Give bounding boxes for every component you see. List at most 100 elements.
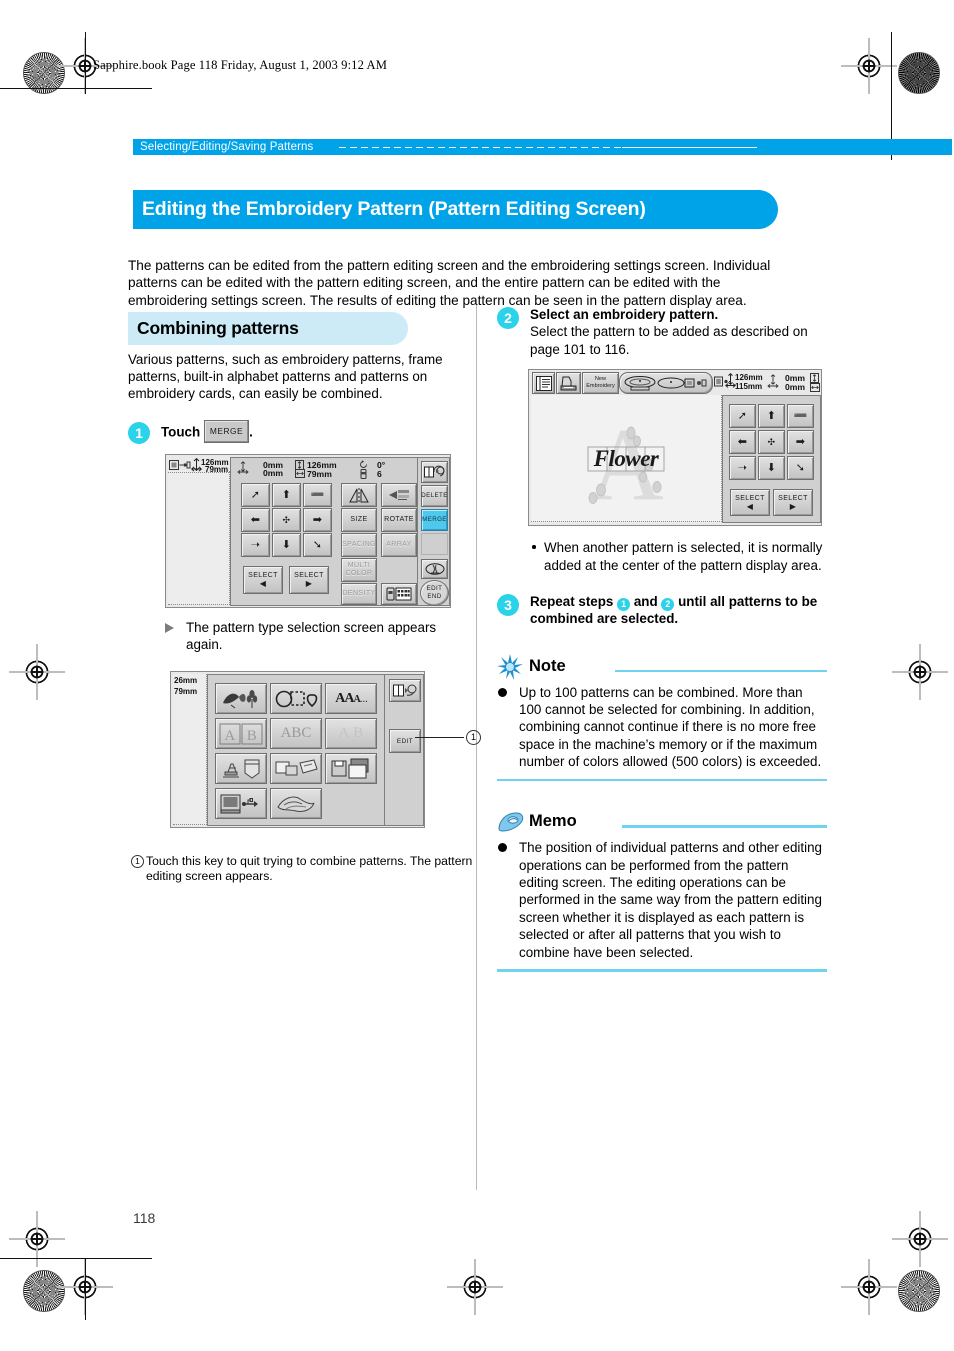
- horizontal-flip-key[interactable]: [381, 483, 417, 508]
- selection-height-value: 26mm: [174, 676, 198, 686]
- manual-icon: [392, 684, 416, 697]
- pattern-display-area[interactable]: A Flower: [531, 395, 722, 523]
- arrow-up-right-icon: ➖: [793, 409, 808, 422]
- tile-outline-alphabet[interactable]: A B: [325, 718, 377, 750]
- new-embroidery-key[interactable]: New Embroidery: [582, 372, 619, 395]
- horizontal-offset-value: 0mm: [263, 468, 284, 479]
- editing-key-pane: 0mm 0mm 126mm 79mm 0° 6 ➚ ⬆ ➖ ⬅ ✣ ➡ ➝ ⬇ …: [230, 457, 418, 607]
- callout-leader-line: [415, 737, 464, 739]
- move-down-left-key[interactable]: ➝: [241, 533, 270, 558]
- tile-frame-patterns[interactable]: [270, 683, 322, 715]
- tile-memory-save[interactable]: [325, 753, 377, 785]
- tile-floral-alphabet[interactable]: [270, 788, 322, 820]
- crop-mark-bottom-center-right: [447, 1259, 503, 1315]
- pattern-editing-screen[interactable]: 126mm 79mm 0mm 0mm 126mm 79mm 0° 6 ➚ ⬆ ➖…: [165, 454, 451, 609]
- memo-rule-bottom: [497, 969, 827, 972]
- needle-icon: [425, 562, 444, 575]
- move-down-right-key[interactable]: ➘: [303, 533, 332, 558]
- array-key: ARRAY: [381, 533, 417, 558]
- select-next-key[interactable]: SELECT ▶: [773, 489, 813, 517]
- move-down-right-key[interactable]: ➘: [787, 456, 814, 481]
- result-1: The pattern type selection screen appear…: [165, 619, 476, 653]
- size-width-icon: [810, 383, 820, 393]
- edit-end-label1: EDIT: [426, 585, 443, 593]
- move-up-right-key[interactable]: ➖: [303, 483, 332, 508]
- hoop-select-key[interactable]: [619, 372, 713, 395]
- size-key[interactable]: SIZE: [341, 508, 377, 533]
- delete-key[interactable]: DELETE: [421, 485, 448, 508]
- tile-usb-computer[interactable]: [215, 788, 267, 820]
- arrow-down-icon: ⬇: [281, 538, 292, 551]
- manual-icon: [424, 465, 445, 478]
- tile-script-alphabet[interactable]: ABC: [270, 718, 322, 750]
- presser-foot-key[interactable]: [556, 372, 581, 395]
- rotate-key[interactable]: ROTATE: [381, 508, 417, 533]
- running-head-rule: [622, 146, 757, 149]
- move-down-key[interactable]: ⬇: [758, 456, 785, 481]
- crop-mark-top-right: [841, 38, 897, 94]
- embroidery-pattern-selected-screen[interactable]: New Embroidery 126mm 115mm 0mm 0mm A Flo…: [528, 369, 822, 527]
- running-head-label: Selecting/Editing/Saving Patterns: [140, 141, 314, 153]
- move-center-key[interactable]: ✣: [272, 508, 301, 533]
- move-down-left-key[interactable]: ➝: [729, 456, 756, 481]
- new-embroidery-label2: Embroidery: [586, 383, 615, 390]
- arrow-left-icon: ⬅: [737, 435, 748, 448]
- move-up-right-key[interactable]: ➖: [787, 404, 814, 429]
- manual-key[interactable]: [421, 461, 448, 484]
- move-left-key[interactable]: ⬅: [241, 508, 270, 533]
- tile-embroidery-patterns[interactable]: [215, 683, 267, 715]
- move-center-key[interactable]: ✣: [758, 430, 785, 455]
- move-right-key[interactable]: ➡: [303, 508, 332, 533]
- thread-palette-key[interactable]: [381, 583, 417, 606]
- note-rule-bottom: [497, 778, 827, 782]
- move-up-key[interactable]: ⬆: [272, 483, 301, 508]
- select-prev-key[interactable]: SELECT ◀: [730, 489, 770, 517]
- mirror-key[interactable]: [341, 483, 377, 508]
- tile-monogram[interactable]: [215, 753, 267, 785]
- file-meta-line: Sapphire.book Page 118 Friday, August 1,…: [93, 58, 388, 72]
- flower-width-value: 115mm: [735, 382, 763, 392]
- memo-title: Memo: [529, 812, 577, 831]
- move-right-key[interactable]: ➡: [787, 430, 814, 455]
- rotation-icon: [360, 460, 367, 468]
- outline-alphabet-icon: A B: [338, 725, 364, 742]
- step-3-part1: Repeat steps: [530, 593, 614, 609]
- pattern-type-selection-screen[interactable]: 26mm 79mm AAA… A B ABC A B EDIT 1: [170, 671, 481, 829]
- move-down-key[interactable]: ⬇: [272, 533, 301, 558]
- move-up-left-key[interactable]: ➚: [729, 404, 756, 429]
- side-key-strip: DELETE MERGE EDIT END: [417, 457, 450, 607]
- selection-manual-key[interactable]: [389, 679, 421, 703]
- merge-key[interactable]: MERGE: [421, 509, 448, 532]
- memo-bullet-dot: [498, 843, 507, 853]
- edit-end-key[interactable]: EDIT END: [420, 580, 449, 607]
- arrow-down-right-icon: ➘: [795, 461, 806, 474]
- select-next-key[interactable]: SELECT ▶: [289, 566, 329, 595]
- section-heading-pill: Combining patterns: [128, 312, 408, 345]
- usb-computer-icon: [220, 794, 258, 814]
- embroidery-cards-icon: [275, 759, 318, 776]
- needle-key[interactable]: [421, 559, 448, 580]
- horizontal-offset-icon: [767, 384, 779, 389]
- merge-key-inline[interactable]: MERGE: [203, 419, 250, 444]
- select-prev-key[interactable]: SELECT ◀: [243, 566, 283, 595]
- settings-key[interactable]: [532, 372, 555, 395]
- tile-embroidery-cards[interactable]: [270, 753, 322, 785]
- frame-patterns-icon: [275, 690, 318, 708]
- size-key-label: SIZE: [350, 516, 368, 524]
- tile-alphabet-patterns[interactable]: AAA…: [325, 683, 377, 715]
- memo-header: Memo: [497, 811, 827, 837]
- multi-color-label2: COLOR: [345, 570, 373, 578]
- density-key: DENSITY: [341, 583, 377, 606]
- result-1-text: The pattern type selection screen appear…: [186, 620, 437, 653]
- move-up-key[interactable]: ⬆: [758, 404, 785, 429]
- move-up-left-key[interactable]: ➚: [241, 483, 270, 508]
- bullet-after-step-2: When another pattern is selected, it is …: [530, 539, 834, 574]
- caption-1-marker: 1: [131, 855, 144, 869]
- pattern-display-area[interactable]: [168, 471, 230, 606]
- left-column: Combining patterns Various patterns, suc…: [128, 312, 481, 884]
- move-left-key[interactable]: ⬅: [729, 430, 756, 455]
- bullet-text: When another pattern is selected, it is …: [544, 540, 823, 573]
- intro-paragraph: The patterns can be edited from the patt…: [128, 257, 771, 308]
- tile-decorative-alphabet[interactable]: A B: [215, 718, 267, 750]
- selection-edit-key[interactable]: EDIT: [389, 729, 421, 754]
